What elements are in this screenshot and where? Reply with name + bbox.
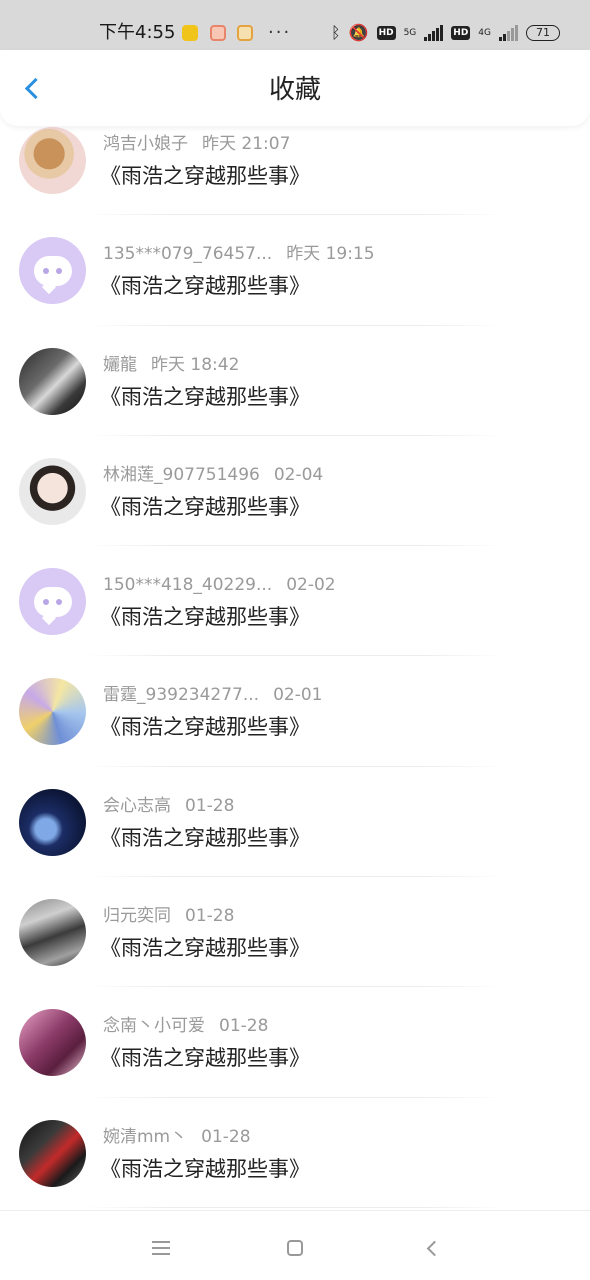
signal-icon	[424, 25, 444, 41]
chat-bubble-icon	[33, 255, 72, 286]
favorite-meta: 135***079_76457... 昨天 19:15	[103, 242, 375, 266]
app-notification-icon	[182, 25, 198, 41]
network-4g-label: 4G	[478, 28, 491, 38]
favorite-meta: 婉清mm丶 01-28	[103, 1125, 251, 1149]
username[interactable]: 林湘莲_907751496	[103, 465, 260, 485]
status-bar: 下午4:55 ··· ᛒ 🔕 HD 5G HD 4G 71	[0, 0, 590, 50]
favorite-meta: 鸿吉小娘子 昨天 21:07	[103, 132, 290, 156]
favorite-item[interactable]: 孋龍 昨天 18:42 《雨浩之穿越那些事》	[0, 326, 590, 436]
recent-apps-button[interactable]	[146, 1233, 176, 1263]
user-avatar[interactable]	[19, 127, 86, 194]
username[interactable]: 会心志高	[103, 796, 171, 816]
book-title[interactable]: 《雨浩之穿越那些事》	[100, 272, 310, 300]
favorite-meta: 念南丶小可爱 01-28	[103, 1014, 268, 1038]
favorite-time: 昨天 18:42	[151, 354, 240, 375]
username[interactable]: 雷霆_939234277...	[103, 685, 259, 705]
user-avatar[interactable]	[19, 788, 86, 856]
favorite-time: 01-28	[185, 795, 235, 816]
system-back-button[interactable]	[417, 1233, 447, 1263]
favorite-item[interactable]: 135***079_76457... 昨天 19:15 《雨浩之穿越那些事》	[0, 215, 590, 326]
user-avatar[interactable]	[19, 1009, 86, 1077]
user-avatar[interactable]	[19, 347, 86, 415]
favorite-meta: 归元奕同 01-28	[103, 904, 234, 928]
home-button[interactable]	[280, 1233, 310, 1263]
username[interactable]: 婉清mm丶	[103, 1127, 187, 1147]
system-nav-bar	[0, 1210, 590, 1280]
favorite-item[interactable]: 归元奕同 01-28 《雨浩之穿越那些事》	[0, 877, 590, 988]
favorite-item[interactable]: 150***418_40229... 02-02 《雨浩之穿越那些事》	[0, 546, 590, 657]
more-notifications-icon: ···	[268, 22, 292, 43]
username[interactable]: 孋龍	[103, 355, 137, 375]
app-header: 收藏	[0, 50, 590, 126]
status-time: 下午4:55	[99, 22, 176, 43]
favorite-meta: 会心志高 01-28	[103, 794, 234, 818]
favorite-meta: 孋龍 昨天 18:42	[103, 353, 239, 377]
book-title[interactable]: 《雨浩之穿越那些事》	[100, 1155, 310, 1183]
favorite-meta: 150***418_40229... 02-02	[103, 573, 336, 597]
username[interactable]: 鸿吉小娘子	[103, 134, 188, 154]
book-title[interactable]: 《雨浩之穿越那些事》	[100, 934, 310, 962]
book-title[interactable]: 《雨浩之穿越那些事》	[100, 493, 310, 521]
user-avatar[interactable]	[19, 899, 86, 967]
favorites-list: 鸿吉小娘子 昨天 21:07 《雨浩之穿越那些事》 135***079_76457..…	[0, 105, 590, 1208]
bluetooth-icon: ᛒ	[331, 23, 341, 42]
favorite-time: 01-28	[219, 1016, 269, 1037]
user-avatar[interactable]	[19, 678, 86, 746]
default-avatar[interactable]	[19, 568, 86, 636]
battery-icon: 71	[526, 25, 560, 41]
default-avatar[interactable]	[19, 237, 86, 305]
favorite-time: 02-04	[273, 464, 324, 485]
favorite-time: 01-28	[185, 906, 235, 927]
home-square-icon	[287, 1240, 303, 1256]
username[interactable]: 念南丶小可爱	[103, 1016, 205, 1036]
user-avatar[interactable]	[19, 1119, 86, 1187]
hd-icon: HD	[451, 26, 471, 40]
book-title[interactable]: 《雨浩之穿越那些事》	[100, 1044, 310, 1072]
favorite-item[interactable]: 念南丶小可爱 01-28 《雨浩之穿越那些事》	[0, 987, 590, 1098]
book-title[interactable]: 《雨浩之穿越那些事》	[100, 713, 310, 741]
favorite-item[interactable]: 雷霆_939234277... 02-01 《雨浩之穿越那些事》	[0, 656, 590, 767]
favorite-time: 02-01	[273, 685, 323, 706]
app-notification-icon	[237, 25, 253, 41]
favorite-item[interactable]: 林湘莲_907751496 02-04 《雨浩之穿越那些事》	[0, 436, 590, 547]
signal-icon	[499, 25, 518, 41]
hd-icon: HD	[376, 26, 396, 40]
favorite-meta: 雷霆_939234277... 02-01	[103, 683, 322, 707]
favorite-item[interactable]: 婉清mm丶 01-28 《雨浩之穿越那些事》	[0, 1098, 590, 1208]
username[interactable]: 135***079_76457...	[103, 244, 272, 264]
chat-bubble-icon	[33, 586, 72, 617]
book-title[interactable]: 《雨浩之穿越那些事》	[100, 162, 310, 190]
back-chevron-icon	[426, 1240, 443, 1256]
book-title[interactable]: 《雨浩之穿越那些事》	[100, 603, 310, 631]
app-notification-icon	[210, 25, 226, 41]
favorite-time: 昨天 21:07	[202, 134, 291, 154]
status-indicators: ᛒ 🔕 HD 5G HD 4G 71	[331, 20, 560, 46]
favorite-time: 01-28	[201, 1126, 251, 1147]
username[interactable]: 归元奕同	[103, 906, 171, 926]
favorite-time: 昨天 19:15	[286, 244, 375, 265]
page-title: 收藏	[268, 75, 321, 105]
favorite-meta: 林湘莲_907751496 02-04	[103, 463, 323, 487]
network-5g-label: 5G	[403, 28, 417, 38]
menu-icon	[152, 1241, 170, 1255]
username[interactable]: 150***418_40229...	[103, 575, 272, 595]
user-avatar[interactable]	[19, 457, 86, 525]
favorite-item[interactable]: 会心志高 01-28 《雨浩之穿越那些事》	[0, 767, 590, 878]
book-title[interactable]: 《雨浩之穿越那些事》	[100, 824, 310, 852]
row-divider	[85, 1206, 505, 1208]
mute-bell-icon: 🔕	[348, 23, 369, 42]
favorite-time: 02-02	[286, 575, 336, 596]
book-title[interactable]: 《雨浩之穿越那些事》	[100, 383, 310, 411]
